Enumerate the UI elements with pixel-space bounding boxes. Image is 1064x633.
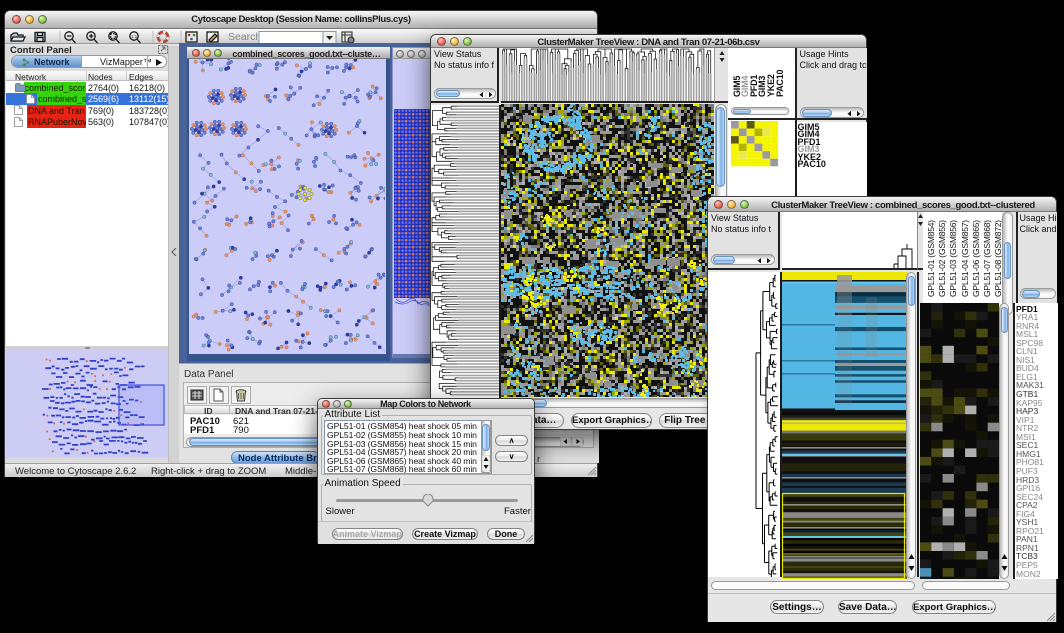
svg-text:1:1: 1:1 (131, 34, 138, 39)
